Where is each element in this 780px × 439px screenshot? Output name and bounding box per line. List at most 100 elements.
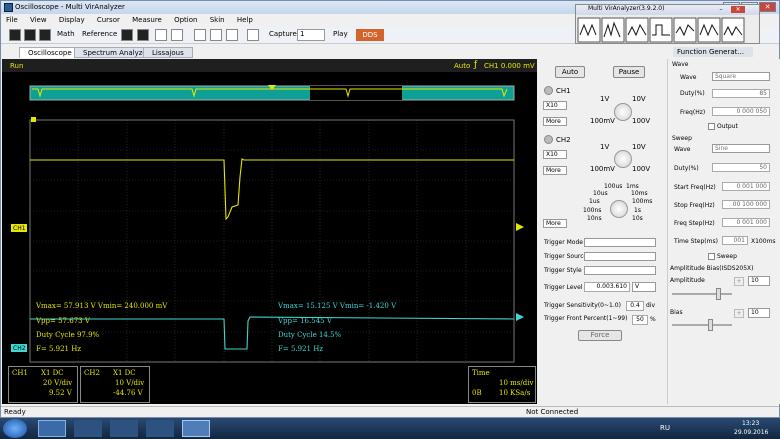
ch1-probe-select[interactable]: X10 (543, 101, 567, 110)
ch1-volts-knob[interactable] (614, 103, 632, 121)
tb-1us: 1us (589, 198, 600, 205)
ch1-toggle-icon[interactable] (544, 86, 553, 95)
trigger-front-input[interactable]: 50 (632, 315, 648, 325)
menu-help[interactable]: Help (232, 15, 258, 25)
ch2-toggle-icon[interactable] (544, 135, 553, 144)
fg-sweep-duty-input[interactable]: 50 (712, 163, 770, 172)
multi-minimize-button[interactable]: – (714, 6, 728, 13)
play-button[interactable]: Play (333, 30, 348, 38)
stop-icon[interactable] (137, 29, 149, 41)
ch2-volts-knob[interactable] (614, 150, 632, 168)
math-button[interactable]: Math (57, 30, 75, 38)
timebase-knob[interactable] (610, 200, 628, 218)
pause-button[interactable]: Pause (613, 66, 645, 78)
multi-close-button[interactable]: ✕ (731, 6, 745, 13)
tb-100us: 100us (604, 183, 623, 190)
multi-tool-logic-icon[interactable] (649, 17, 673, 43)
force-button[interactable]: Force (578, 330, 622, 341)
trigger-unit-select[interactable]: V (632, 282, 656, 292)
export-icon[interactable] (226, 29, 238, 41)
fg-stop-freq-input[interactable]: 00 100 000 (722, 200, 770, 209)
pointer-icon[interactable] (247, 29, 259, 41)
ch2-more-select[interactable]: More (543, 166, 567, 175)
multi-tool-generator-icon[interactable] (625, 17, 649, 43)
ch2-info-box[interactable]: CH2 X1 DC 10 V/div -44.76 V (80, 366, 150, 403)
menu-skin[interactable]: Skin (205, 15, 230, 25)
fg-amp-slider-handle[interactable] (716, 288, 721, 300)
save-icon[interactable] (24, 29, 36, 41)
trigger-style-label: Trigger Style (544, 267, 582, 274)
tray-date[interactable]: 29.09.2016 (734, 429, 768, 436)
measure-icon[interactable] (194, 29, 206, 41)
fg-bias-select[interactable]: 10 (748, 308, 770, 318)
trigger-style-select[interactable] (584, 266, 656, 275)
menu-option[interactable]: Option (169, 15, 202, 25)
fg-duty-input[interactable]: 85 (712, 89, 770, 98)
zoom-icon[interactable] (171, 29, 183, 41)
ch1-info-name: CH1 (12, 369, 28, 377)
fg-time-step-input[interactable]: 001 (722, 236, 748, 245)
ch2-level-marker[interactable] (516, 313, 524, 321)
auto-button[interactable]: Auto (555, 66, 585, 78)
fg-bias-slider-track[interactable] (672, 324, 732, 326)
fg-sweep-checkbox[interactable] (708, 253, 715, 260)
fg-wave-select[interactable]: Square (712, 72, 770, 81)
close-button[interactable]: ✕ (759, 2, 776, 12)
open-icon[interactable] (9, 29, 21, 41)
fg-sweep-wave-select[interactable]: Sine (712, 144, 770, 153)
tab-lissajous[interactable]: Lissajous (143, 47, 193, 58)
fg-amp-select[interactable]: 10 (748, 276, 770, 286)
trigger-source-select[interactable] (584, 252, 656, 261)
level-marker-top[interactable] (31, 117, 36, 122)
menu-view[interactable]: View (25, 15, 52, 25)
cursor-icon[interactable] (121, 29, 133, 41)
menu-display[interactable]: Display (54, 15, 90, 25)
trigger-mode-select[interactable] (584, 238, 656, 247)
tray-language[interactable]: RU (660, 424, 670, 432)
ch2-probe-select[interactable]: X10 (543, 150, 567, 159)
fg-amp-plus-icon[interactable]: + (734, 277, 744, 286)
tb-100ns: 100ns (583, 207, 602, 214)
taskbar-viranalyzer-icon[interactable] (182, 420, 210, 437)
fg-sweep-duty-label: Duty(%) (674, 165, 699, 172)
settings-icon[interactable] (39, 29, 51, 41)
fg-amp-header: Amplititude Bias(ISDS205X) (670, 265, 754, 272)
tab-oscilloscope[interactable]: Oscilloscope (19, 47, 81, 58)
ch1-info-box[interactable]: CH1 X1 DC 20 V/div 9.52 V (8, 366, 78, 403)
fg-bias-plus-icon[interactable]: + (734, 309, 744, 318)
menu-cursor[interactable]: Cursor (92, 15, 125, 25)
start-button-icon[interactable] (3, 419, 27, 438)
tray-time[interactable]: 13:23 (742, 420, 759, 427)
multi-tool-recorder-icon[interactable] (673, 17, 697, 43)
reference-button[interactable]: Reference (82, 30, 117, 38)
fg-amp-slider-track[interactable] (672, 293, 732, 295)
multi-tool-dds-icon[interactable] (697, 17, 721, 43)
timebase-more-select[interactable]: More (543, 219, 567, 228)
grid-icon[interactable] (155, 29, 167, 41)
fg-freq-step-input[interactable]: 0 001 000 (722, 218, 770, 227)
ch1-more-select[interactable]: More (543, 117, 567, 126)
multi-tool-extra-icon[interactable] (721, 17, 745, 43)
taskbar-explorer-icon[interactable] (110, 420, 138, 437)
menu-measure[interactable]: Measure (127, 15, 167, 25)
taskbar-arduino-icon[interactable] (146, 420, 174, 437)
menu-file[interactable]: File (1, 15, 23, 25)
fg-start-freq-input[interactable]: 0 001 000 (722, 182, 770, 191)
capture-input[interactable]: 1 (297, 29, 325, 41)
fg-freq-input[interactable]: 0 000 050 (712, 107, 770, 116)
trigger-level-marker[interactable] (516, 223, 524, 231)
tb-10us: 10us (593, 190, 608, 197)
multi-tool-spectrum-icon[interactable] (601, 17, 625, 43)
dds-button[interactable]: DDS (356, 29, 384, 41)
fft-icon[interactable] (210, 29, 222, 41)
taskbar-ie-icon[interactable] (38, 420, 66, 437)
trigger-sensitivity-input[interactable]: 0.4 (626, 301, 644, 311)
fg-output-checkbox[interactable] (708, 123, 715, 130)
ch2-knob-100mv: 100mV (590, 165, 615, 173)
overview-window[interactable] (310, 86, 402, 100)
taskbar-notepad-icon[interactable] (74, 420, 102, 437)
multi-tool-oscilloscope-icon[interactable] (577, 17, 601, 43)
fg-bias-slider-handle[interactable] (708, 319, 713, 331)
time-info-box[interactable]: Time 10 ms/div 0B 10 KSa/s (468, 366, 536, 403)
trigger-level-input[interactable]: 0.003.610 (584, 282, 630, 292)
